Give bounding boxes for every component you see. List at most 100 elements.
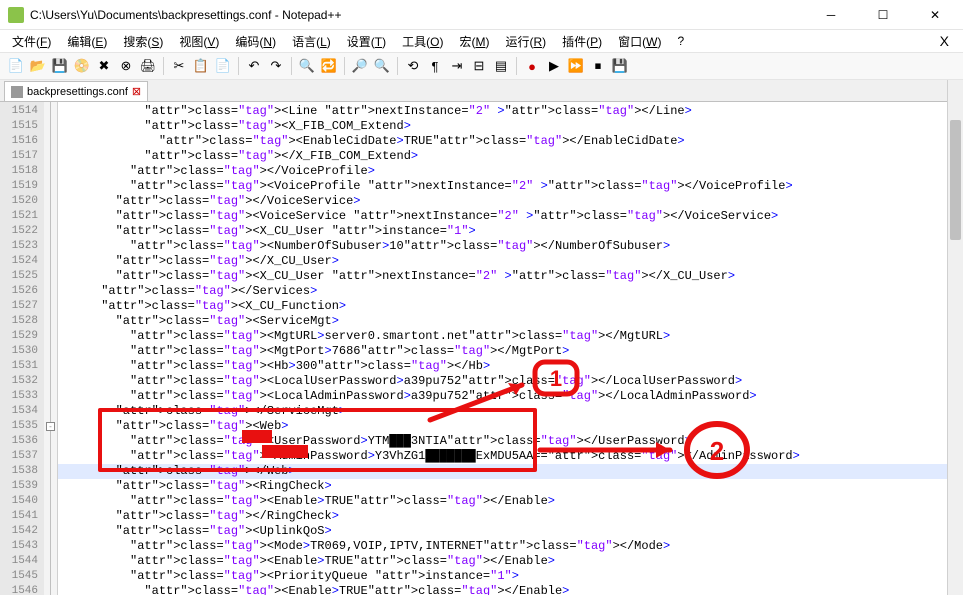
code-line[interactable]: "attr">class="tag"><Mode>TR069,VOIP,IPTV… <box>58 539 963 554</box>
zoom-out-icon[interactable]: 🔍 <box>373 57 391 75</box>
menu-language[interactable]: 语言(L) <box>286 33 337 50</box>
tab-close-icon[interactable]: ⊠ <box>132 85 141 98</box>
menu-plugins[interactable]: 插件(P) <box>556 33 608 50</box>
menu-edit[interactable]: 编辑(E) <box>61 33 113 50</box>
code-line[interactable]: "attr">class="tag"><Enable>TRUE"attr">cl… <box>58 494 963 509</box>
line-number: 1535 <box>0 419 38 434</box>
copy-icon[interactable]: 📋 <box>192 57 210 75</box>
code-line[interactable]: "attr">class="tag"><Line "attr">nextInst… <box>58 104 963 119</box>
open-file-icon[interactable]: 📂 <box>29 57 47 75</box>
code-line[interactable]: "attr">class="tag"><Web> <box>58 419 963 434</box>
close-button[interactable]: ✕ <box>915 1 955 29</box>
new-file-icon[interactable]: 📄 <box>7 57 25 75</box>
replay-icon[interactable]: ⏩ <box>567 57 585 75</box>
code-line[interactable]: "attr">class="tag"><MgtPort>7686"attr">c… <box>58 344 963 359</box>
maximize-button[interactable]: ☐ <box>863 1 903 29</box>
code-line[interactable]: "attr">class="tag"><PriorityQueue "attr"… <box>58 569 963 584</box>
find-icon[interactable]: 🔍 <box>298 57 316 75</box>
code-line[interactable]: "attr">class="tag"><Enable>TRUE"attr">cl… <box>58 554 963 569</box>
code-line[interactable]: "attr">class="tag"><Hb>300"attr">class="… <box>58 359 963 374</box>
code-line[interactable]: "attr">class="tag"><X_CU_User "attr">nex… <box>58 269 963 284</box>
record-icon[interactable]: ● <box>523 57 541 75</box>
code-line[interactable]: "attr">class="tag"></X_CU_User> <box>58 254 963 269</box>
wordwrap-icon[interactable]: ⟲ <box>404 57 422 75</box>
close-all-icon[interactable]: ⊗ <box>117 57 135 75</box>
code-line[interactable]: "attr">class="tag"><Enable>TRUE"attr">cl… <box>58 584 963 595</box>
code-line[interactable]: "attr">class="tag"></X_FIB_COM_Extend> <box>58 149 963 164</box>
code-line[interactable]: "attr">class="tag"></ServiceMgt> <box>58 404 963 419</box>
menu-search[interactable]: 搜索(S) <box>117 33 169 50</box>
save-all-icon[interactable]: 📀 <box>73 57 91 75</box>
window-title: C:\Users\Yu\Documents\backpresettings.co… <box>30 8 811 22</box>
code-line[interactable]: "attr">class="tag"></VoiceService> <box>58 194 963 209</box>
code-line[interactable]: "attr">class="tag"><MgtURL>server0.smart… <box>58 329 963 344</box>
indent-icon[interactable]: ⇥ <box>448 57 466 75</box>
menu-macro[interactable]: 宏(M) <box>453 33 495 50</box>
vertical-scrollbar[interactable] <box>947 80 963 595</box>
cut-icon[interactable]: ✂ <box>170 57 188 75</box>
save-macro-icon[interactable]: 💾 <box>611 57 629 75</box>
menu-window[interactable]: 窗口(W) <box>612 33 667 50</box>
tab-bar: backpresettings.conf ⊠ <box>0 80 963 102</box>
scrollbar-thumb[interactable] <box>950 120 961 240</box>
replace-icon[interactable]: 🔁 <box>320 57 338 75</box>
line-number-gutter: 1514151515161517151815191520152115221523… <box>0 102 44 595</box>
code-line[interactable]: "attr">class="tag"><AdminPassword>Y3VhZG… <box>58 449 963 464</box>
paste-icon[interactable]: 📄 <box>214 57 232 75</box>
toolbar-separator <box>163 57 164 75</box>
minimize-button[interactable]: ─ <box>811 1 851 29</box>
line-number: 1530 <box>0 344 38 359</box>
menu-settings[interactable]: 设置(T) <box>341 33 392 50</box>
line-number: 1515 <box>0 119 38 134</box>
stop-icon[interactable]: ⏹ <box>589 57 607 75</box>
line-number: 1539 <box>0 479 38 494</box>
menu-help[interactable]: ? <box>671 34 690 48</box>
line-number: 1545 <box>0 569 38 584</box>
code-line[interactable]: "attr">class="tag"><UplinkQoS> <box>58 524 963 539</box>
code-line[interactable]: "attr">class="tag"></VoiceProfile> <box>58 164 963 179</box>
line-number: 1525 <box>0 269 38 284</box>
folding-icon[interactable]: ⊟ <box>470 57 488 75</box>
menu-run[interactable]: 运行(R) <box>499 33 552 50</box>
undo-icon[interactable]: ↶ <box>245 57 263 75</box>
code-line[interactable]: "attr">class="tag"></Web> <box>58 464 963 479</box>
line-number: 1532 <box>0 374 38 389</box>
line-number: 1520 <box>0 194 38 209</box>
line-number: 1522 <box>0 224 38 239</box>
fold-column[interactable]: - <box>44 102 58 595</box>
file-tab[interactable]: backpresettings.conf ⊠ <box>4 81 148 101</box>
play-icon[interactable]: ▶ <box>545 57 563 75</box>
print-icon[interactable]: 🖨 <box>139 57 157 75</box>
line-number: 1531 <box>0 359 38 374</box>
doc-map-icon[interactable]: ▤ <box>492 57 510 75</box>
menu-close-x[interactable]: X <box>940 33 957 49</box>
save-icon[interactable]: 💾 <box>51 57 69 75</box>
code-line[interactable]: "attr">class="tag"><VoiceService "attr">… <box>58 209 963 224</box>
code-line[interactable]: "attr">class="tag"><LocalAdminPassword>a… <box>58 389 963 404</box>
code-line[interactable]: "attr">class="tag"></Services> <box>58 284 963 299</box>
code-line[interactable]: "attr">class="tag"><EnableCidDate>TRUE"a… <box>58 134 963 149</box>
code-line[interactable]: "attr">class="tag"><X_FIB_COM_Extend> <box>58 119 963 134</box>
menu-view[interactable]: 视图(V) <box>173 33 225 50</box>
code-line[interactable]: "attr">class="tag"><X_CU_User "attr">ins… <box>58 224 963 239</box>
code-line[interactable]: "attr">class="tag"></RingCheck> <box>58 509 963 524</box>
close-file-icon[interactable]: ✖ <box>95 57 113 75</box>
fold-marker[interactable]: - <box>46 422 55 431</box>
line-number: 1534 <box>0 404 38 419</box>
line-number: 1524 <box>0 254 38 269</box>
menu-tools[interactable]: 工具(O) <box>396 33 449 50</box>
code-line[interactable]: "attr">class="tag"><UserPassword>YTM███3… <box>58 434 963 449</box>
code-line[interactable]: "attr">class="tag"><LocalUserPassword>a3… <box>58 374 963 389</box>
code-line[interactable]: "attr">class="tag"><X_CU_Function> <box>58 299 963 314</box>
code-area[interactable]: "attr">class="tag"><Line "attr">nextInst… <box>58 102 963 595</box>
code-line[interactable]: "attr">class="tag"><VoiceProfile "attr">… <box>58 179 963 194</box>
menu-file[interactable]: 文件(F) <box>6 33 57 50</box>
zoom-in-icon[interactable]: 🔎 <box>351 57 369 75</box>
code-line[interactable]: "attr">class="tag"><RingCheck> <box>58 479 963 494</box>
code-line[interactable]: "attr">class="tag"><NumberOfSubuser>10"a… <box>58 239 963 254</box>
menu-encoding[interactable]: 编码(N) <box>229 33 282 50</box>
code-line[interactable]: "attr">class="tag"><ServiceMgt> <box>58 314 963 329</box>
redo-icon[interactable]: ↷ <box>267 57 285 75</box>
app-icon <box>8 7 24 23</box>
show-symbol-icon[interactable]: ¶ <box>426 57 444 75</box>
